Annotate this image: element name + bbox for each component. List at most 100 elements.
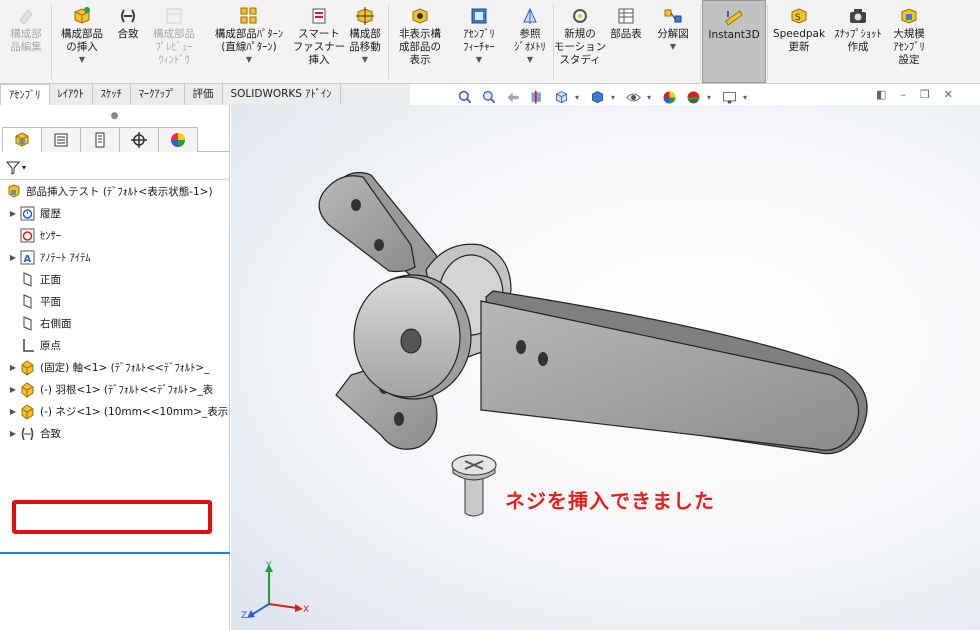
- tree-item[interactable]: ▶ (-) 羽根<1> (ﾃﾞﾌｫﾙﾄ<<ﾃﾞﾌｫﾙﾄ>_表: [0, 378, 229, 400]
- tab-command-0[interactable]: ｱｾﾝﾌﾞﾘ: [0, 84, 50, 105]
- tree-item[interactable]: ▶ A ｱﾉﾃｰﾄ ｱｲﾃﾑ: [0, 246, 229, 268]
- tree-item[interactable]: 正面: [0, 268, 229, 290]
- view-settings-icon[interactable]: [719, 88, 739, 106]
- restore-icon[interactable]: ❐: [920, 88, 930, 101]
- view-orientation-icon[interactable]: [551, 88, 571, 106]
- tree-item-label: (-) 羽根<1> (ﾃﾞﾌｫﾙﾄ<<ﾃﾞﾌｫﾙﾄ>_表: [40, 383, 214, 396]
- ribbon-button-label: 構成部 品編集: [10, 28, 42, 53]
- graphics-viewport[interactable]: ネジを挿入できました Y X Z: [231, 105, 980, 630]
- tree-item[interactable]: 右側面: [0, 312, 229, 334]
- tree-item[interactable]: ▶ (-) ネジ<1> (10mm<<10mm>_表示: [0, 400, 229, 422]
- ribbon-separator: [767, 4, 768, 79]
- expand-arrow-icon[interactable]: ▶: [8, 209, 18, 218]
- chevron-down-icon[interactable]: ▾: [743, 93, 751, 102]
- tree-item[interactable]: ▶ (固定) 軸<1> (ﾃﾞﾌｫﾙﾄ<<ﾃﾞﾌｫﾙﾄ>_: [0, 356, 229, 378]
- expand-arrow-icon[interactable]: ▶: [8, 407, 18, 416]
- tab-command-4[interactable]: 評価: [185, 84, 223, 105]
- tab-command-2[interactable]: ｽｹｯﾁ: [93, 84, 131, 105]
- chevron-down-icon[interactable]: ▼: [527, 55, 533, 65]
- section-view-icon[interactable]: [527, 88, 547, 106]
- tree-item[interactable]: 平面: [0, 290, 229, 312]
- ribbon-button-speedpak[interactable]: S Speedpak 更新: [769, 0, 829, 83]
- zoom-area-icon[interactable]: [479, 88, 499, 106]
- tree-item[interactable]: ｾﾝｻｰ: [0, 224, 229, 246]
- ribbon-button-exploded-view[interactable]: 分解図 ▼: [647, 0, 699, 83]
- close-icon[interactable]: ✕: [944, 88, 953, 101]
- expand-arrow-icon[interactable]: ▶: [8, 363, 18, 372]
- tab-command-1[interactable]: ﾚｲｱｳﾄ: [50, 84, 93, 105]
- speedpak-icon: S: [788, 6, 810, 26]
- part-icon: [18, 402, 36, 420]
- tree-filter[interactable]: ▾: [0, 156, 229, 180]
- minimize-icon[interactable]: –: [900, 88, 906, 101]
- tab-command-3[interactable]: ﾏｰｸｱｯﾌﾟ: [131, 84, 185, 105]
- ribbon-button-label: 新規の モーション スタディ: [553, 28, 607, 66]
- ribbon-button-label: 合致: [117, 28, 139, 40]
- assembly-feature-icon: [468, 6, 490, 26]
- chevron-down-icon[interactable]: ▾: [647, 93, 655, 102]
- sensor-icon: [18, 226, 36, 244]
- ribbon-button-motion-study[interactable]: 新規の モーション スタディ: [553, 0, 607, 83]
- tab-configuration-manager[interactable]: [80, 127, 120, 152]
- rollback-bar[interactable]: [0, 552, 230, 554]
- tree-item-label: 平面: [40, 295, 61, 308]
- chevron-down-icon[interactable]: ▼: [476, 55, 482, 65]
- smart-fastener-icon: [308, 6, 330, 26]
- ribbon-button-show-hidden[interactable]: 非表示構 成部品の 表示: [390, 0, 450, 83]
- filter-icon: [6, 161, 20, 175]
- ribbon-button-bom[interactable]: 部品表: [605, 0, 647, 83]
- assembly-model[interactable]: [231, 105, 980, 630]
- tab-dimxpert-manager[interactable]: [119, 127, 159, 152]
- ribbon-button-linear-pattern[interactable]: 構成部品ﾊﾟﾀｰﾝ (直線ﾊﾟﾀｰﾝ) ▼: [203, 0, 295, 83]
- chevron-down-icon[interactable]: ▼: [362, 55, 368, 65]
- chevron-down-icon[interactable]: ▼: [79, 55, 85, 65]
- ribbon-button-instant3d[interactable]: Instant3D: [702, 0, 766, 83]
- ribbon-button-label: Instant3D: [708, 29, 760, 41]
- feature-manager-panel: ● ▾ 部品挿入テスト (ﾃﾞﾌｫﾙﾄ<表示状態-1>) ▶ 履歴 ｾﾝｻｰ ▶ A ｱﾉ…: [0, 105, 230, 630]
- expand-arrow-icon[interactable]: ▶: [8, 253, 18, 262]
- tree-root[interactable]: 部品挿入テスト (ﾃﾞﾌｫﾙﾄ<表示状態-1>): [0, 180, 229, 202]
- chevron-down-icon[interactable]: ▾: [707, 93, 715, 102]
- ribbon-button-preview-window[interactable]: 構成部品 ﾌﾟﾚﾋﾞｭｰ ｳｨﾝﾄﾞｳ: [145, 0, 203, 83]
- ribbon-button-assembly-feature[interactable]: ｱｾﾝﾌﾞﾘ ﾌｨｰﾁｬｰ ▼: [450, 0, 508, 83]
- ribbon-separator: [51, 4, 52, 79]
- chevron-down-icon[interactable]: ▼: [670, 42, 676, 52]
- panel-grip[interactable]: ●: [0, 105, 229, 127]
- ribbon-button-large-assembly[interactable]: 大規模 ｱｾﾝﾌﾞﾘ 設定: [887, 0, 931, 83]
- apply-scene-icon[interactable]: [683, 88, 703, 106]
- hide-show-icon[interactable]: [623, 88, 643, 106]
- ribbon-button-reference-geometry[interactable]: 参照 ｼﾞｵﾒﾄﾘ ▼: [508, 0, 552, 83]
- expand-arrow-icon[interactable]: ▶: [8, 429, 18, 438]
- tree-item[interactable]: ▶ 履歴: [0, 202, 229, 224]
- tree-item[interactable]: 原点: [0, 334, 229, 356]
- ribbon-button-move-component[interactable]: 構成部 品移動 ▼: [343, 0, 387, 83]
- chevron-down-icon[interactable]: ▾: [575, 93, 583, 102]
- tree-item[interactable]: ▶ 合致: [0, 422, 229, 444]
- ribbon-button-snapshot[interactable]: ｽﾅｯﾌﾟｼｮｯﾄ 作成: [829, 0, 887, 83]
- ribbon-button-insert-component[interactable]: 構成部品 の挿入 ▼: [53, 0, 111, 83]
- ribbon-button-smart-fastener[interactable]: スマート ファスナー 挿入: [293, 0, 345, 83]
- zoom-to-fit-icon[interactable]: [455, 88, 475, 106]
- edit-appearance-icon[interactable]: [659, 88, 679, 106]
- ribbon-button-label: 構成部 品移動: [349, 28, 381, 53]
- show-hidden-icon: [409, 6, 431, 26]
- part-icon: [18, 380, 36, 398]
- previous-view-icon[interactable]: [503, 88, 523, 106]
- chevron-down-icon[interactable]: ▾: [611, 93, 619, 102]
- ribbon-button-mate[interactable]: 合致: [111, 0, 145, 83]
- ribbon-button-label: 参照 ｼﾞｵﾒﾄﾘ: [514, 28, 546, 53]
- tab-feature-manager[interactable]: [2, 127, 42, 152]
- display-style-icon[interactable]: [587, 88, 607, 106]
- tab-command-5[interactable]: SOLIDWORKS ｱﾄﾞｲﾝ: [223, 84, 341, 105]
- ribbon-button-edit-component[interactable]: 構成部 品編集: [2, 0, 50, 83]
- exploded-view-icon: [662, 6, 684, 26]
- tab-property-manager[interactable]: [41, 127, 81, 152]
- ribbon-separator: [700, 4, 701, 79]
- chevron-down-icon[interactable]: ▼: [246, 55, 252, 65]
- tab-display-manager[interactable]: [158, 127, 198, 152]
- axis-x-label: X: [303, 605, 309, 615]
- expand-arrow-icon[interactable]: ▶: [8, 385, 18, 394]
- tree-item-label: 合致: [40, 427, 61, 440]
- panel-tabs: [2, 127, 229, 152]
- split-view-icon[interactable]: ◧: [876, 88, 886, 101]
